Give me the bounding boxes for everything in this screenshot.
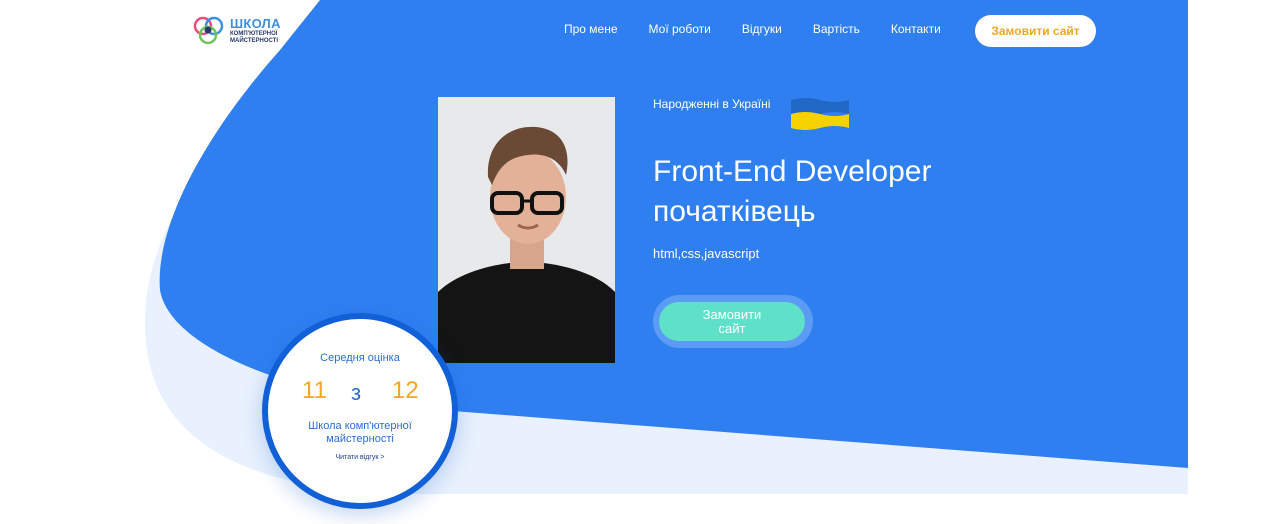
main-nav: Про мене Мої роботи Відгуки Вартість Кон…: [564, 22, 941, 36]
portrait-illustration: [438, 97, 615, 363]
read-review-link[interactable]: Читати відгук >: [268, 454, 452, 461]
logo-title: ШКОЛА: [230, 15, 281, 31]
order-site-button-header[interactable]: Замовити сайт: [975, 15, 1096, 47]
school-logo[interactable]: ШКОЛА КОМП'ЮТЕРНОЇ МАЙСТЕРНОСТІ: [192, 14, 281, 46]
order-site-button-halo: Замовити сайт: [653, 295, 813, 348]
ukraine-flag-icon: [791, 98, 849, 130]
order-site-button-hero[interactable]: Замовити сайт: [659, 302, 805, 341]
nav-contacts[interactable]: Контакти: [891, 22, 941, 36]
rating-label: Середня оцінка: [320, 352, 400, 364]
nav-about[interactable]: Про мене: [564, 22, 618, 36]
nav-works[interactable]: Мої роботи: [649, 22, 711, 36]
born-in-ukraine-text: Народженні в Україні: [653, 97, 771, 111]
hero-headline: Front-End Developer початківець: [653, 152, 931, 232]
skills-text: html,css,javascript: [653, 246, 760, 261]
rating-score: 11: [302, 377, 327, 404]
headline-line-1: Front-End Developer: [653, 155, 932, 188]
logo-subtitle-1: КОМП'ЮТЕРНОЇ: [230, 30, 278, 37]
nav-pricing[interactable]: Вартість: [813, 22, 860, 36]
rating-badge: Середня оцінка 11 з 12 Школа комп'ютерно…: [262, 313, 458, 509]
profile-photo: [438, 97, 615, 363]
logo-emblem-icon: [193, 16, 224, 45]
nav-reviews[interactable]: Відгуки: [742, 22, 782, 36]
headline-line-2: початківець: [653, 195, 816, 228]
rating-separator: з: [351, 380, 362, 405]
logo-subtitle-2: МАЙСТЕРНОСТІ: [230, 37, 279, 44]
rating-school-name: Школа комп'ютерної майстерності: [308, 420, 412, 445]
hero-background: [144, 0, 1189, 494]
rating-max: 12: [392, 377, 419, 404]
